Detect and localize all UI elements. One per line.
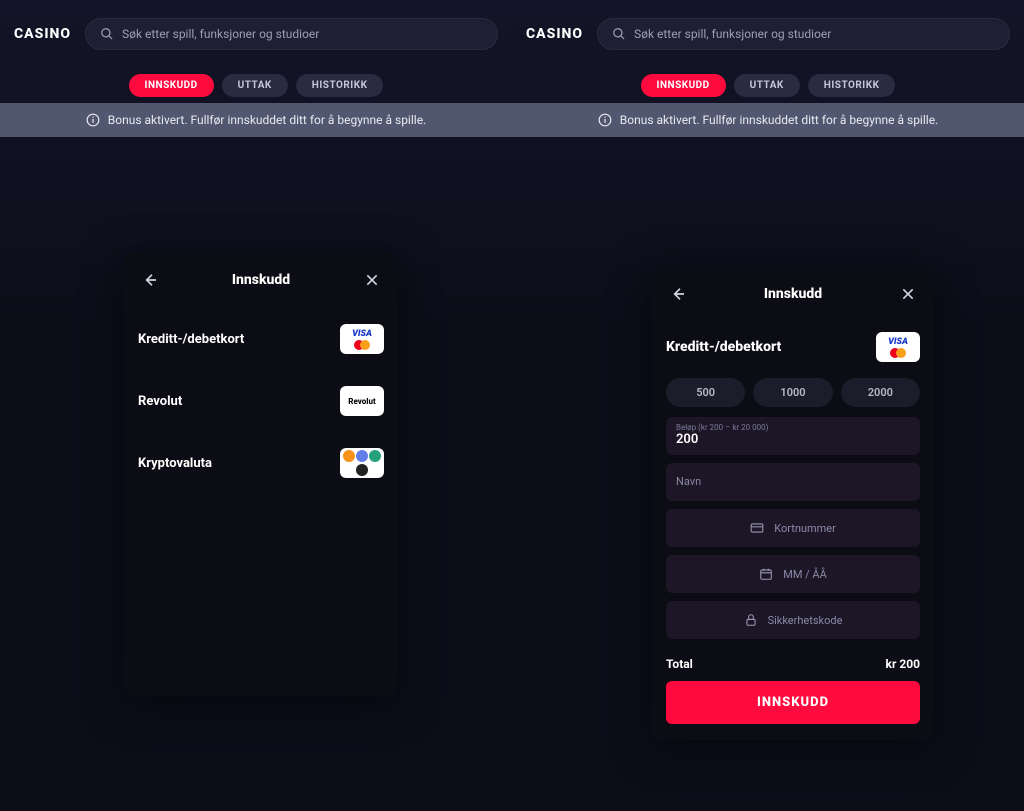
brand-logo[interactable]: CASINO xyxy=(14,26,71,42)
calendar-icon xyxy=(759,567,773,581)
deposit-modal-methods: Innskudd Kreditt-/debetkort VISA Revolut… xyxy=(124,252,398,696)
header: CASINO Søk etter spill, funksjoner og st… xyxy=(0,0,512,68)
deposit-modal-form: Innskudd Kreditt-/debetkort VISA 500 100… xyxy=(652,266,934,740)
expiry-placeholder: MM / ÅÅ xyxy=(783,568,827,581)
method-card[interactable]: Kreditt-/debetkort VISA xyxy=(124,308,398,370)
tab-history[interactable]: HISTORIKK xyxy=(808,74,896,97)
method-label: Kryptovaluta xyxy=(138,456,212,471)
total-label: Total xyxy=(666,657,693,671)
method-label: Kreditt-/debetkort xyxy=(666,339,781,355)
modal-title: Innskudd xyxy=(232,272,290,288)
info-icon xyxy=(86,113,100,127)
cardno-field[interactable]: Kortnummer xyxy=(666,509,920,547)
arrow-left-icon xyxy=(142,272,158,288)
tab-withdraw[interactable]: UTTAK xyxy=(734,74,800,97)
selected-method: Kreditt-/debetkort VISA xyxy=(666,322,920,378)
modal-header: Innskudd xyxy=(652,266,934,322)
pane-right: CASINO Søk etter spill, funksjoner og st… xyxy=(512,0,1024,811)
search-placeholder: Søk etter spill, funksjoner og studioer xyxy=(634,27,831,41)
method-crypto[interactable]: Kryptovaluta xyxy=(124,432,398,494)
modal-title: Innskudd xyxy=(764,286,822,302)
crypto-icon xyxy=(340,448,384,478)
info-banner: Bonus aktivert. Fullfør innskuddet ditt … xyxy=(0,103,512,137)
total-row: Total kr 200 xyxy=(666,647,920,681)
lock-icon xyxy=(744,613,758,627)
info-banner: Bonus aktivert. Fullfør innskuddet ditt … xyxy=(512,103,1024,137)
tab-deposit[interactable]: INNSKUDD xyxy=(641,74,726,97)
amount-1000[interactable]: 1000 xyxy=(753,378,832,407)
search-icon xyxy=(612,27,626,41)
name-field[interactable]: Navn xyxy=(666,463,920,501)
amount-label: Beløp (kr 200 – kr 20 000) xyxy=(676,423,910,432)
banner-text: Bonus aktivert. Fullfør innskuddet ditt … xyxy=(108,113,426,127)
modal-header: Innskudd xyxy=(124,252,398,308)
total-value: kr 200 xyxy=(886,657,920,671)
cardno-placeholder: Kortnummer xyxy=(774,522,836,535)
arrow-left-icon xyxy=(670,286,686,302)
visa-mastercard-icon: VISA xyxy=(876,332,920,362)
search-input[interactable]: Søk etter spill, funksjoner og studioer xyxy=(597,18,1010,50)
name-placeholder: Navn xyxy=(676,475,910,488)
amount-field[interactable]: Beløp (kr 200 – kr 20 000) 200 xyxy=(666,417,920,455)
submit-button[interactable]: INNSKUDD xyxy=(666,681,920,724)
close-button[interactable] xyxy=(360,268,384,292)
brand-logo[interactable]: CASINO xyxy=(526,26,583,42)
revolut-icon: Revolut xyxy=(340,386,384,416)
info-icon xyxy=(598,113,612,127)
card-icon xyxy=(750,521,764,535)
tab-history[interactable]: HISTORIKK xyxy=(296,74,384,97)
quick-amounts: 500 1000 2000 xyxy=(666,378,920,407)
amount-2000[interactable]: 2000 xyxy=(841,378,920,407)
amount-value: 200 xyxy=(676,432,910,447)
close-button[interactable] xyxy=(896,282,920,306)
modal-body[interactable]: Kreditt-/debetkort VISA 500 1000 2000 Be… xyxy=(652,322,934,740)
expiry-field[interactable]: MM / ÅÅ xyxy=(666,555,920,593)
close-icon xyxy=(900,286,916,302)
pane-left: CASINO Søk etter spill, funksjoner og st… xyxy=(0,0,512,811)
tabs: INNSKUDD UTTAK HISTORIKK xyxy=(512,68,1024,103)
banner-text: Bonus aktivert. Fullfør innskuddet ditt … xyxy=(620,113,938,127)
close-icon xyxy=(364,272,380,288)
header: CASINO Søk etter spill, funksjoner og st… xyxy=(512,0,1024,68)
search-icon xyxy=(100,27,114,41)
tab-withdraw[interactable]: UTTAK xyxy=(222,74,288,97)
amount-500[interactable]: 500 xyxy=(666,378,745,407)
cvv-placeholder: Sikkerhetskode xyxy=(768,614,843,627)
cvv-field[interactable]: Sikkerhetskode xyxy=(666,601,920,639)
back-button[interactable] xyxy=(666,282,690,306)
visa-mastercard-icon: VISA xyxy=(340,324,384,354)
method-label: Kreditt-/debetkort xyxy=(138,332,244,347)
method-label: Revolut xyxy=(138,394,182,409)
search-input[interactable]: Søk etter spill, funksjoner og studioer xyxy=(85,18,498,50)
search-placeholder: Søk etter spill, funksjoner og studioer xyxy=(122,27,319,41)
back-button[interactable] xyxy=(138,268,162,292)
tabs: INNSKUDD UTTAK HISTORIKK xyxy=(0,68,512,103)
method-revolut[interactable]: Revolut Revolut xyxy=(124,370,398,432)
tab-deposit[interactable]: INNSKUDD xyxy=(129,74,214,97)
